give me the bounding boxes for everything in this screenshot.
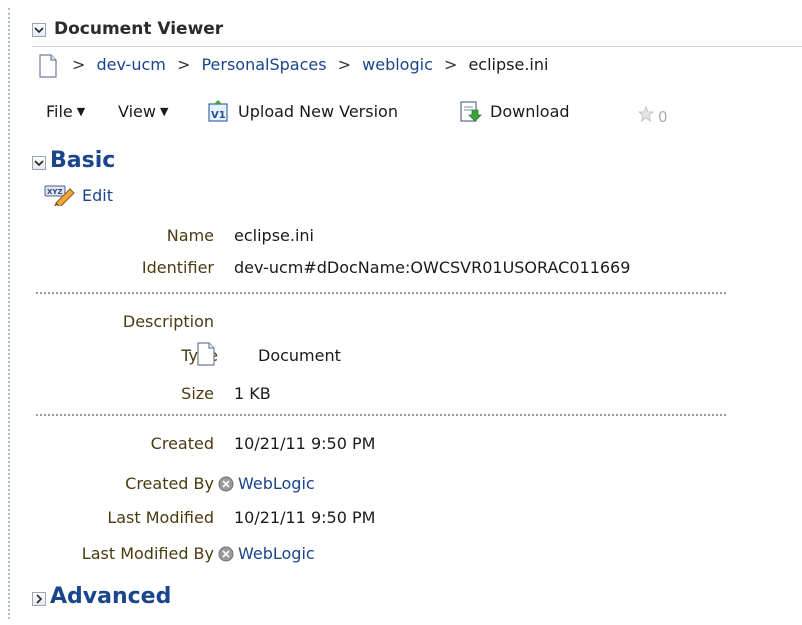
breadcrumb-link-dev-ucm[interactable]: dev-ucm bbox=[97, 55, 166, 74]
user-status-icon bbox=[218, 546, 234, 562]
document-icon bbox=[39, 54, 57, 78]
field-last-modified: Last Modified 10/21/11 9:50 PM bbox=[22, 508, 802, 532]
field-created: Created 10/21/11 9:50 PM bbox=[22, 434, 802, 458]
breadcrumb-current: eclipse.ini bbox=[468, 55, 549, 74]
caret-down-icon: ▼ bbox=[159, 105, 169, 118]
field-name: Name eclipse.ini bbox=[22, 226, 802, 250]
upload-version-icon: V1 bbox=[208, 100, 228, 122]
expand-advanced-toggle[interactable] bbox=[32, 592, 46, 606]
field-created-by: Created By WebLogic bbox=[22, 474, 802, 498]
star-icon[interactable] bbox=[638, 106, 654, 122]
field-label-name: Name bbox=[166, 226, 214, 245]
user-status-icon bbox=[218, 476, 234, 492]
advanced-section-title: Advanced bbox=[50, 584, 172, 609]
basic-section-title: Basic bbox=[50, 148, 116, 173]
download-icon bbox=[460, 101, 482, 122]
breadcrumb-link-weblogic[interactable]: weblogic bbox=[362, 55, 433, 74]
field-value-created: 10/21/11 9:50 PM bbox=[234, 434, 376, 453]
field-identifier: Identifier dev-ucm#dDocName:OWCSVR01USOR… bbox=[22, 258, 802, 282]
chevron-down-icon bbox=[34, 160, 44, 167]
chevron-down-icon bbox=[34, 27, 44, 34]
chevron-right-icon bbox=[36, 594, 43, 604]
collapse-viewer-toggle[interactable] bbox=[32, 23, 46, 37]
field-type: Type Document bbox=[22, 342, 802, 370]
breadcrumb-link-personalspaces[interactable]: PersonalSpaces bbox=[201, 55, 326, 74]
field-description: Description bbox=[22, 312, 802, 336]
document-viewer-panel: Document Viewer > dev-ucm > PersonalSpac… bbox=[22, 0, 802, 625]
field-size: Size 1 KB bbox=[22, 384, 802, 408]
caret-down-icon: ▼ bbox=[76, 105, 86, 118]
field-label-created-by: Created By bbox=[125, 474, 214, 493]
svg-text:XYZ: XYZ bbox=[47, 188, 63, 196]
field-value-last-modified: 10/21/11 9:50 PM bbox=[234, 508, 376, 527]
field-last-modified-by: Last Modified By WebLogic bbox=[22, 544, 802, 568]
field-value-name: eclipse.ini bbox=[234, 226, 314, 245]
created-by-user-link[interactable]: WebLogic bbox=[238, 474, 315, 493]
edit-pencil-icon: XYZ bbox=[44, 185, 75, 206]
download-label: Download bbox=[490, 102, 570, 121]
viewer-header: Document Viewer bbox=[32, 18, 802, 47]
breadcrumb-separator: > bbox=[72, 55, 86, 74]
field-value-created-by-wrap: WebLogic bbox=[216, 474, 315, 493]
view-menu[interactable]: View ▼ bbox=[118, 102, 168, 121]
left-dotted-rule bbox=[8, 8, 10, 619]
breadcrumb-separator: > bbox=[176, 55, 191, 74]
collapse-basic-toggle[interactable] bbox=[32, 156, 46, 170]
upload-new-version-label: Upload New Version bbox=[238, 102, 398, 121]
field-label-size: Size bbox=[181, 384, 214, 403]
field-label-last-modified-by: Last Modified By bbox=[81, 544, 214, 563]
field-divider bbox=[36, 292, 726, 294]
field-label-identifier: Identifier bbox=[141, 258, 214, 277]
field-label-description: Description bbox=[122, 312, 214, 331]
field-divider bbox=[36, 414, 726, 416]
breadcrumb-separator: > bbox=[443, 55, 458, 74]
breadcrumb-separator: > bbox=[337, 55, 352, 74]
file-menu-label: File bbox=[46, 102, 73, 121]
view-menu-label: View bbox=[118, 102, 156, 121]
field-value-type: Document bbox=[258, 346, 341, 365]
last-modified-by-user-link[interactable]: WebLogic bbox=[238, 544, 315, 563]
viewer-title: Document Viewer bbox=[54, 19, 224, 39]
field-label-last-modified: Last Modified bbox=[107, 508, 214, 527]
edit-label: Edit bbox=[82, 186, 113, 205]
svg-text:V1: V1 bbox=[211, 110, 226, 121]
field-value-identifier: dev-ucm#dDocName:OWCSVR01USORAC011669 bbox=[234, 258, 631, 277]
field-value-last-modified-by-wrap: WebLogic bbox=[216, 544, 315, 563]
rating-count: 0 bbox=[658, 108, 668, 126]
document-icon bbox=[197, 342, 215, 366]
field-label-created: Created bbox=[150, 434, 214, 453]
field-value-size: 1 KB bbox=[234, 384, 271, 403]
file-menu[interactable]: File ▼ bbox=[46, 102, 85, 121]
